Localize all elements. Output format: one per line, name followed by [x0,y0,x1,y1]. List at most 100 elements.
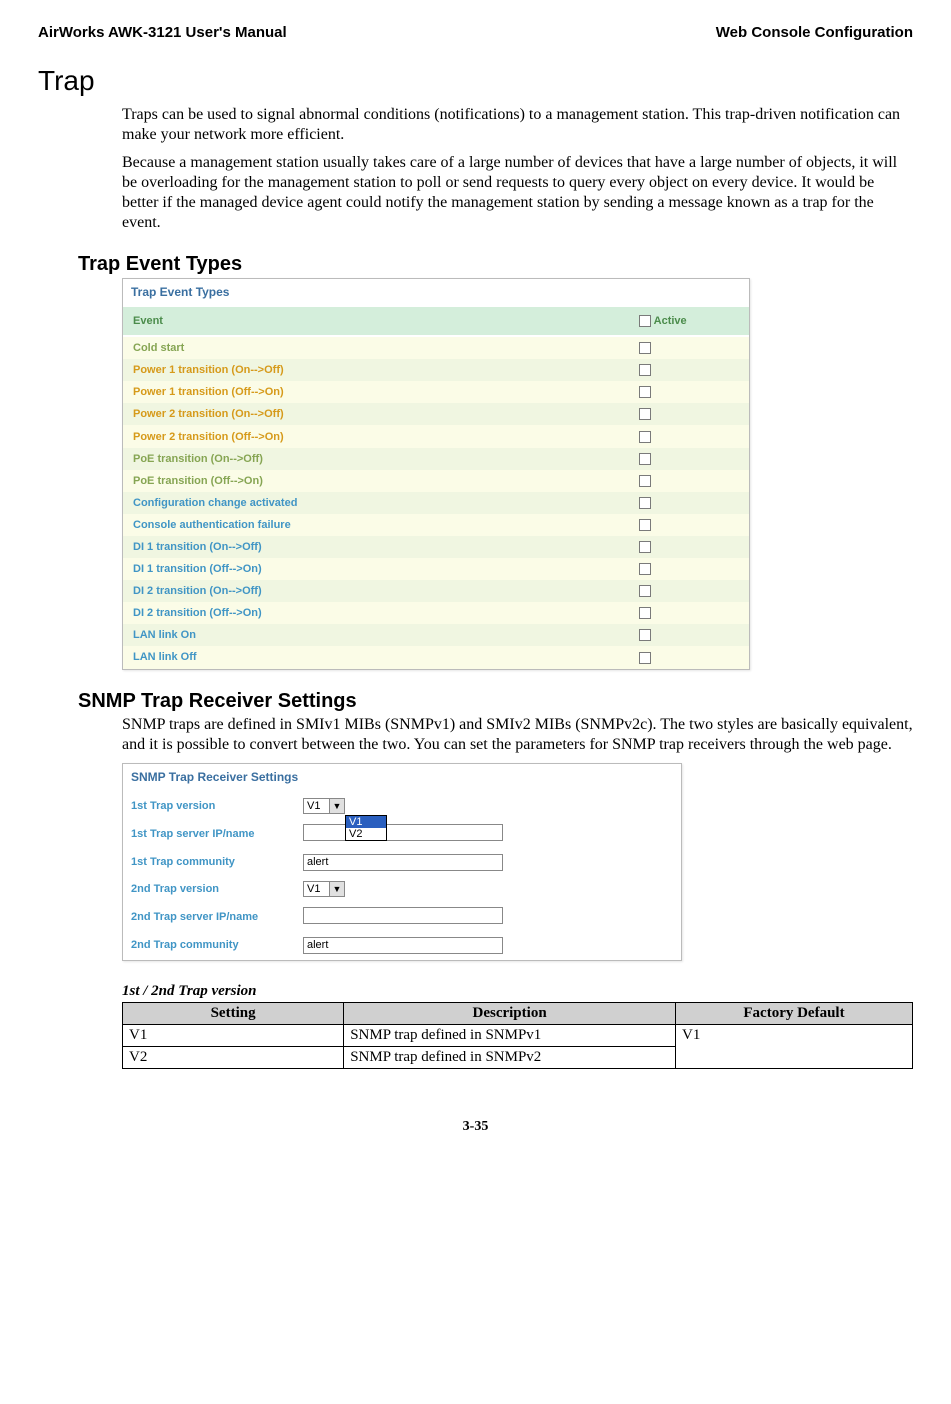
heading-trap-event-types: Trap Event Types [78,253,913,276]
label-1st-trap-version: 1st Trap version [125,794,295,818]
event-active-cell [629,425,749,447]
cell-desc-v2: SNMP trap defined in SNMPv2 [344,1046,676,1068]
event-row: Configuration change activated [123,492,749,514]
event-row: DI 2 transition (Off-->On) [123,602,749,624]
checkbox-event-active[interactable] [639,342,651,354]
checkbox-event-active[interactable] [639,607,651,619]
checkbox-event-active[interactable] [639,386,651,398]
event-active-cell [629,646,749,668]
checkbox-event-active[interactable] [639,431,651,443]
event-label: Console authentication failure [123,514,629,536]
input-2nd-trap-community[interactable]: alert [303,937,503,954]
checkbox-event-active[interactable] [639,585,651,597]
cell-factory-default: V1 [675,1024,912,1068]
checkbox-event-active[interactable] [639,497,651,509]
label-2nd-trap-community: 2nd Trap community [125,933,295,958]
event-active-cell [629,403,749,425]
checkbox-active-all[interactable] [639,315,651,327]
event-label: DI 2 transition (Off-->On) [123,602,629,624]
checkbox-event-active[interactable] [639,629,651,641]
select-2nd-trap-version[interactable]: V1 ▼ [303,881,345,897]
header-right: Web Console Configuration [716,24,913,41]
event-row: Console authentication failure [123,514,749,536]
event-row: DI 2 transition (On-->Off) [123,580,749,602]
checkbox-event-active[interactable] [639,408,651,420]
event-label: Power 1 transition (Off-->On) [123,381,629,403]
table-trap-version-settings: Setting Description Factory Default V1 S… [122,1002,913,1069]
checkbox-event-active[interactable] [639,519,651,531]
panel-trap-event-types: Trap Event Types Event Active Cold start… [122,278,750,670]
event-label: PoE transition (On-->Off) [123,448,629,470]
col-active-label: Active [654,315,687,327]
panel-snmp-settings: SNMP Trap Receiver Settings 1st Trap ver… [122,763,682,961]
label-1st-trap-community: 1st Trap community [125,850,295,875]
event-active-cell [629,448,749,470]
event-active-cell [629,624,749,646]
input-1st-trap-server[interactable] [303,824,503,841]
select-1st-trap-version[interactable]: V1 ▼ [303,798,345,814]
trap-paragraph-1: Traps can be used to signal abnormal con… [122,105,913,145]
event-label: DI 1 transition (On-->Off) [123,536,629,558]
event-row: LAN link Off [123,646,749,668]
checkbox-event-active[interactable] [639,541,651,553]
event-label: PoE transition (Off-->On) [123,470,629,492]
header-left: AirWorks AWK-3121 User's Manual [38,24,287,41]
caption-trap-version: 1st / 2nd Trap version [122,983,913,1000]
event-active-cell [629,470,749,492]
event-row: Power 2 transition (On-->Off) [123,403,749,425]
page-header: AirWorks AWK-3121 User's Manual Web Cons… [38,24,913,41]
event-row: LAN link On [123,624,749,646]
dropdown-option-v2[interactable]: V2 [346,828,386,840]
event-label: DI 2 transition (On-->Off) [123,580,629,602]
event-active-cell [629,536,749,558]
dropdown-option-v1[interactable]: V1 [346,816,386,828]
snmp-paragraph: SNMP traps are defined in SMIv1 MIBs (SN… [122,715,913,755]
section-title-trap: Trap [38,65,913,97]
cell-desc-v1: SNMP trap defined in SNMPv1 [344,1024,676,1046]
event-active-cell [629,492,749,514]
checkbox-event-active[interactable] [639,652,651,664]
page-number: 3-35 [38,1119,913,1135]
table-trap-events: Event Active Cold startPower 1 transitio… [123,307,749,669]
event-active-cell [629,514,749,536]
th-factory-default: Factory Default [675,1002,912,1024]
label-2nd-trap-server: 2nd Trap server IP/name [125,903,295,931]
event-label: LAN link Off [123,646,629,668]
event-row: PoE transition (Off-->On) [123,470,749,492]
event-row: PoE transition (On-->Off) [123,448,749,470]
event-label: DI 1 transition (Off-->On) [123,558,629,580]
panel-title-trap-event-types: Trap Event Types [123,279,749,307]
checkbox-event-active[interactable] [639,364,651,376]
heading-snmp-trap-receiver: SNMP Trap Receiver Settings [78,690,913,713]
event-active-cell [629,602,749,624]
th-setting: Setting [123,1002,344,1024]
event-active-cell [629,359,749,381]
panel-title-snmp: SNMP Trap Receiver Settings [123,764,681,792]
event-label: Power 2 transition (On-->Off) [123,403,629,425]
label-2nd-trap-version: 2nd Trap version [125,877,295,901]
input-1st-trap-community[interactable]: alert [303,854,503,871]
event-label: Cold start [123,336,629,359]
select-2nd-trap-version-value: V1 [307,883,320,895]
checkbox-event-active[interactable] [639,453,651,465]
dropdown-1st-trap-version[interactable]: V1 V2 [345,815,387,841]
event-label: Power 1 transition (On-->Off) [123,359,629,381]
label-1st-trap-server: 1st Trap server IP/name [125,820,295,848]
event-row: Power 1 transition (Off-->On) [123,381,749,403]
cell-setting-v1: V1 [123,1024,344,1046]
event-active-cell [629,336,749,359]
col-event: Event [123,307,629,336]
event-active-cell [629,558,749,580]
chevron-down-icon: ▼ [329,882,344,896]
event-label: Configuration change activated [123,492,629,514]
checkbox-event-active[interactable] [639,475,651,487]
event-label: LAN link On [123,624,629,646]
checkbox-event-active[interactable] [639,563,651,575]
th-description: Description [344,1002,676,1024]
input-2nd-trap-server[interactable] [303,907,503,924]
event-row: DI 1 transition (On-->Off) [123,536,749,558]
select-1st-trap-version-value: V1 [307,800,320,812]
event-active-cell [629,580,749,602]
chevron-down-icon: ▼ [329,799,344,813]
event-row: Power 1 transition (On-->Off) [123,359,749,381]
